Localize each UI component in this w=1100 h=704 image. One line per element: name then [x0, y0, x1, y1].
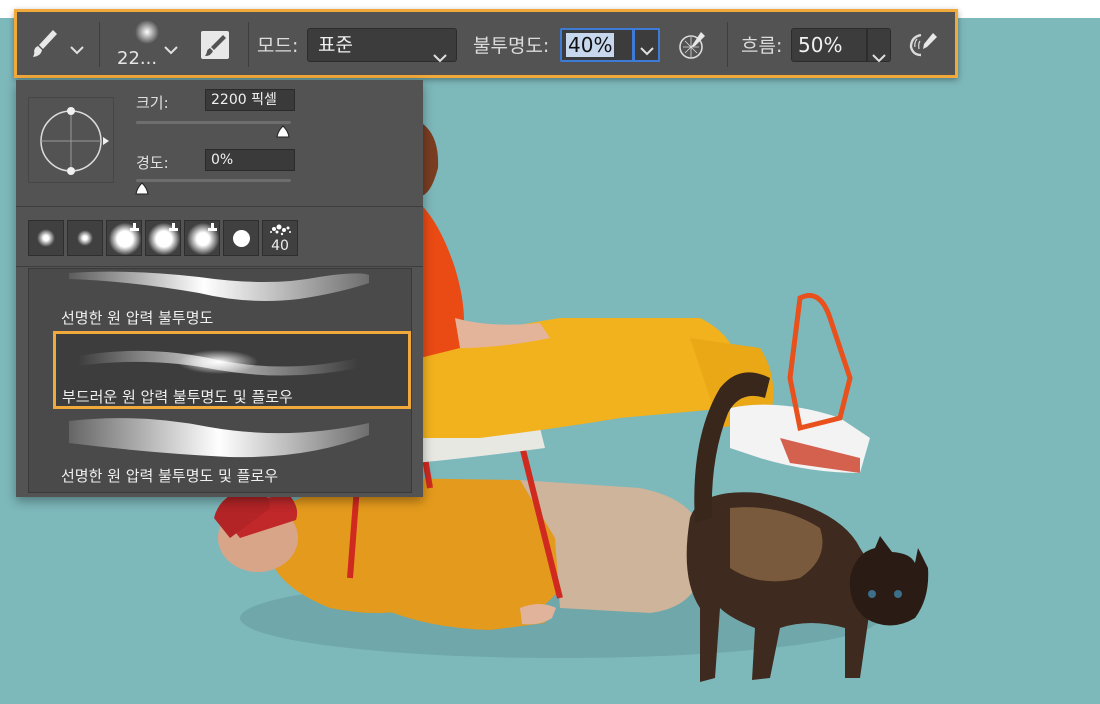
size-label: 크기:	[136, 94, 169, 112]
opacity-label: 불투명도:	[473, 35, 550, 57]
brush-size-readout: 22...	[117, 48, 158, 69]
hardness-label: 경도:	[136, 154, 169, 172]
flow-chevron-down-icon	[871, 41, 887, 63]
hard-round-icon	[233, 230, 250, 247]
pressure-opacity-icon[interactable]	[677, 29, 709, 61]
pressure-badge-icon	[169, 223, 178, 231]
flow-label: 흐름:	[741, 35, 783, 57]
separator	[727, 22, 728, 67]
opacity-dropdown-button[interactable]	[634, 28, 660, 62]
size-slider[interactable]	[136, 121, 291, 138]
divider	[16, 206, 423, 207]
recent-brush-tip[interactable]	[145, 220, 181, 256]
brush-preset-item[interactable]: 선명한 원 압력 불투명도 및 플로우	[29, 411, 413, 487]
airbrush-icon[interactable]	[907, 29, 941, 61]
brush-stroke-preview	[69, 418, 369, 458]
recent-brush-tip[interactable]	[106, 220, 142, 256]
soft-round-small-icon	[37, 229, 55, 247]
mode-dropdown[interactable]: 표준	[307, 28, 457, 63]
brush-settings-icon[interactable]	[199, 29, 231, 61]
separator	[99, 22, 100, 67]
splatter-brush-icon	[270, 224, 291, 236]
recent-brush-tip[interactable]	[223, 220, 259, 256]
brush-preset-picker-panel: 크기: 2200 픽셀 경도: 0% 40 선명한 원 압력 불투명도 부드러운…	[16, 80, 423, 497]
mode-value: 표준	[318, 34, 353, 56]
brush-preset-name: 선명한 원 압력 불투명도	[61, 309, 214, 327]
brush-preset-chevron-down-icon[interactable]	[163, 40, 179, 55]
flow-value: 50%	[798, 33, 843, 57]
recent-brush-tip[interactable]	[67, 220, 103, 256]
size-slider-thumb[interactable]	[276, 124, 290, 138]
brush-stroke-preview	[69, 271, 369, 301]
tool-preset-chevron-down-icon[interactable]	[69, 40, 85, 55]
brush-tip-count: 40	[271, 238, 289, 254]
mode-chevron-down-icon	[432, 41, 448, 63]
hardness-slider[interactable]	[135, 179, 291, 195]
hardness-slider-thumb[interactable]	[135, 181, 149, 195]
pressure-badge-icon	[208, 223, 217, 231]
options-bar: 22... 모드: 표준 불투명도: 40% 흐름: 50%	[14, 9, 958, 78]
pressure-badge-icon	[130, 223, 139, 231]
brush-angle-dial-icon	[40, 107, 109, 175]
brush-preset-list: 선명한 원 압력 불투명도 부드러운 원 압력 불투명도 및 플로우 선명한 원…	[28, 268, 412, 493]
soft-round-small-icon	[77, 230, 93, 246]
brush-tool-icon[interactable]	[27, 25, 61, 63]
brush-preset-item-selected[interactable]: 부드러운 원 압력 불투명도 및 플로우	[53, 331, 411, 409]
brush-angle-widget[interactable]	[28, 97, 114, 183]
opacity-chevron-down-icon	[639, 41, 655, 56]
recent-brush-tip-textured[interactable]: 40	[262, 220, 298, 256]
recent-brush-tip[interactable]	[28, 220, 64, 256]
hardness-input[interactable]: 0%	[205, 149, 295, 171]
opacity-field[interactable]: 40%	[560, 28, 634, 62]
size-input[interactable]: 2200 픽셀	[205, 89, 295, 111]
brush-preset-name: 선명한 원 압력 불투명도 및 플로우	[61, 467, 279, 485]
brush-preset-name: 부드러운 원 압력 불투명도 및 플로우	[62, 388, 293, 406]
separator	[248, 22, 249, 67]
mode-label: 모드:	[257, 35, 299, 57]
brush-stroke-preview	[78, 350, 358, 376]
opacity-value: 40%	[566, 33, 615, 57]
recent-brush-tip[interactable]	[184, 220, 220, 256]
flow-dropdown-button[interactable]	[867, 28, 891, 63]
flow-field[interactable]: 50%	[791, 28, 867, 62]
